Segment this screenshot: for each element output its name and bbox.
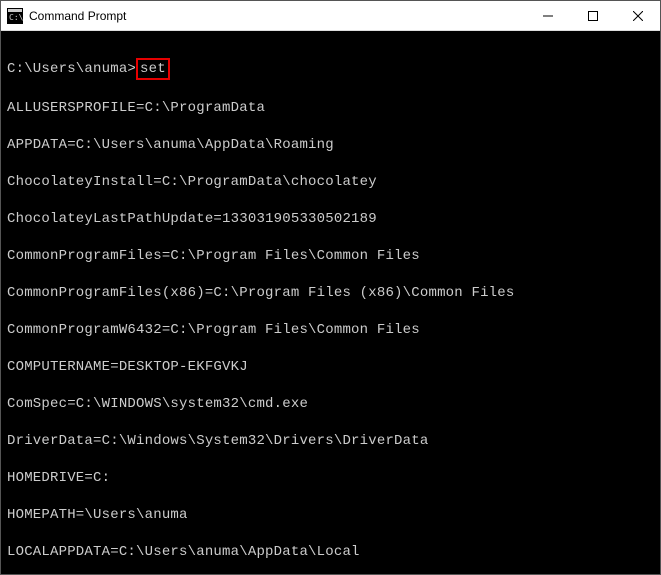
env-line: HOMEDRIVE=C: bbox=[7, 469, 654, 488]
env-line: CommonProgramFiles(x86)=C:\Program Files… bbox=[7, 284, 654, 303]
command-highlight: set bbox=[136, 58, 170, 81]
env-line: COMPUTERNAME=DESKTOP-EKFGVKJ bbox=[7, 358, 654, 377]
titlebar[interactable]: C:\ Command Prompt bbox=[1, 1, 660, 31]
command-prompt-window: C:\ Command Prompt C:\Users\anuma>set AL… bbox=[0, 0, 661, 575]
env-line: LOCALAPPDATA=C:\Users\anuma\AppData\Loca… bbox=[7, 543, 654, 562]
window-controls bbox=[525, 1, 660, 30]
close-button[interactable] bbox=[615, 1, 660, 30]
prompt-path: C:\Users\anuma> bbox=[7, 61, 136, 77]
env-line: CommonProgramFiles=C:\Program Files\Comm… bbox=[7, 247, 654, 266]
env-line: ComSpec=C:\WINDOWS\system32\cmd.exe bbox=[7, 395, 654, 414]
command-text: set bbox=[140, 61, 166, 77]
env-line: DriverData=C:\Windows\System32\Drivers\D… bbox=[7, 432, 654, 451]
env-line: APPDATA=C:\Users\anuma\AppData\Roaming bbox=[7, 136, 654, 155]
env-line: ChocolateyLastPathUpdate=133031905330502… bbox=[7, 210, 654, 229]
prompt-line: C:\Users\anuma>set bbox=[7, 58, 654, 81]
svg-text:C:\: C:\ bbox=[9, 13, 23, 22]
env-line: HOMEPATH=\Users\anuma bbox=[7, 506, 654, 525]
env-line: ALLUSERSPROFILE=C:\ProgramData bbox=[7, 99, 654, 118]
terminal-output[interactable]: C:\Users\anuma>set ALLUSERSPROFILE=C:\Pr… bbox=[1, 31, 660, 574]
maximize-button[interactable] bbox=[570, 1, 615, 30]
env-line: ChocolateyInstall=C:\ProgramData\chocola… bbox=[7, 173, 654, 192]
minimize-button[interactable] bbox=[525, 1, 570, 30]
cmd-icon: C:\ bbox=[7, 8, 23, 24]
window-title: Command Prompt bbox=[29, 9, 525, 23]
env-line: CommonProgramW6432=C:\Program Files\Comm… bbox=[7, 321, 654, 340]
